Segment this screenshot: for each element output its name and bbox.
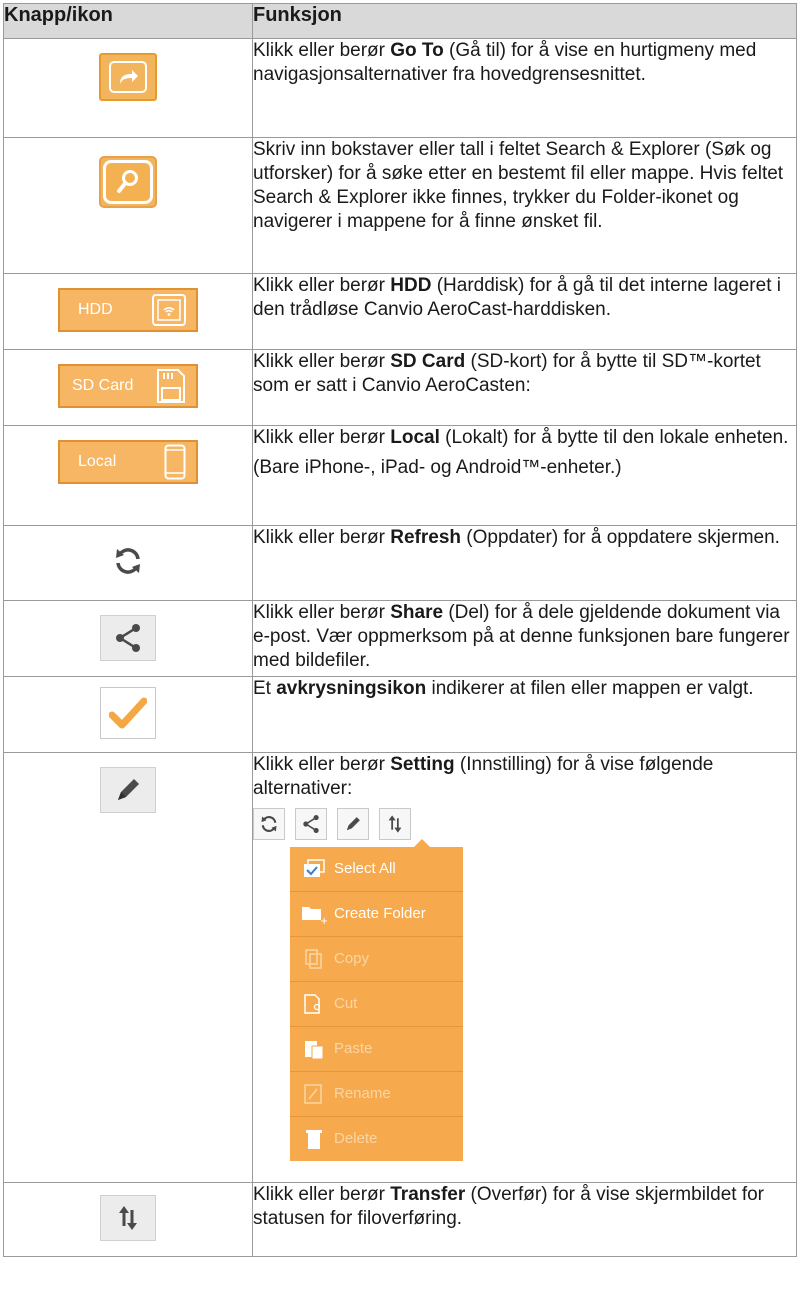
go-to-arrow-icon bbox=[109, 61, 147, 93]
go-to-button[interactable] bbox=[99, 53, 157, 101]
table-row-goto: Klikk eller berør Go To (Gå til) for å v… bbox=[3, 38, 797, 138]
menu-item-delete[interactable]: Delete bbox=[290, 1117, 463, 1161]
row-text-share: Klikk eller berør Share (Del) for å dele… bbox=[252, 600, 797, 677]
share-button[interactable] bbox=[100, 615, 156, 661]
menu-item-create-folder[interactable]: + Create Folder bbox=[290, 892, 463, 937]
menu-item-paste[interactable]: Paste bbox=[290, 1027, 463, 1072]
row-text-setting: Klikk eller berør Setting (Innstilling) … bbox=[252, 752, 797, 1183]
table-row-transfer: Klikk eller berør Transfer (Overfør) for… bbox=[3, 1182, 797, 1257]
header-button-icon: Knapp/ikon bbox=[3, 3, 253, 39]
mini-refresh-icon[interactable] bbox=[253, 808, 285, 840]
select-all-icon bbox=[300, 859, 328, 879]
button-function-table: Knapp/ikon Funksjon Klikk eller berør Go… bbox=[3, 3, 797, 1257]
menu-item-select-all[interactable]: Select All bbox=[290, 847, 463, 892]
pencil-icon bbox=[112, 774, 144, 806]
row-text-checkmark: Et avkrysningsikon indikerer at filen el… bbox=[252, 676, 797, 753]
transfer-arrows-icon bbox=[116, 1203, 140, 1233]
local-button[interactable]: Local bbox=[58, 440, 198, 484]
sd-card-icon bbox=[156, 368, 186, 404]
table-row-search: Skriv inn bokstaver eller tall i feltet … bbox=[3, 137, 797, 274]
row-text-search: Skriv inn bokstaver eller tall i feltet … bbox=[252, 137, 797, 274]
refresh-icon bbox=[112, 545, 144, 577]
wireless-drive-icon bbox=[152, 294, 186, 326]
refresh-button[interactable] bbox=[100, 538, 156, 584]
row-text-sd-card: Klikk eller berør SD Card (SD-kort) for … bbox=[252, 349, 797, 426]
setting-button[interactable] bbox=[100, 767, 156, 813]
sd-card-button[interactable]: SD Card bbox=[58, 364, 198, 408]
table-row-checkmark: Et avkrysningsikon indikerer at filen el… bbox=[3, 676, 797, 753]
document-page: Knapp/ikon Funksjon Klikk eller berør Go… bbox=[0, 0, 801, 1316]
row-text-local: Klikk eller berør Local (Lokalt) for å b… bbox=[252, 425, 797, 526]
hdd-button[interactable]: HDD bbox=[58, 288, 198, 332]
phone-icon bbox=[164, 444, 186, 480]
rename-icon bbox=[300, 1083, 328, 1105]
mini-transfer-icon[interactable] bbox=[379, 808, 411, 840]
checkmark-icon bbox=[109, 696, 147, 730]
row-text-hdd: Klikk eller berør HDD (Harddisk) for å g… bbox=[252, 273, 797, 350]
table-row-sd-card: SD Card Klikk eller berør SD Card (SD-ko… bbox=[3, 349, 797, 426]
paste-icon bbox=[300, 1038, 328, 1060]
table-header-row: Knapp/ikon Funksjon bbox=[3, 3, 797, 39]
transfer-button[interactable] bbox=[100, 1195, 156, 1241]
table-row-share: Klikk eller berør Share (Del) for å dele… bbox=[3, 600, 797, 677]
table-row-hdd: HDD Klikk eller berør HDD (Harddisk) for… bbox=[3, 273, 797, 350]
checkmark-tile bbox=[100, 687, 156, 739]
cut-icon bbox=[300, 993, 328, 1015]
search-button[interactable] bbox=[99, 156, 157, 208]
table-row-setting: Klikk eller berør Setting (Innstilling) … bbox=[3, 752, 797, 1183]
mini-share-icon[interactable] bbox=[295, 808, 327, 840]
share-icon bbox=[114, 623, 142, 653]
menu-item-cut[interactable]: Cut bbox=[290, 982, 463, 1027]
row-text-refresh: Klikk eller berør Refresh (Oppdater) for… bbox=[252, 525, 797, 601]
setting-dropdown-menu: Select All + Create Folder Copy Cut Past… bbox=[290, 839, 463, 1161]
menu-item-rename[interactable]: Rename bbox=[290, 1072, 463, 1117]
magnifier-icon bbox=[103, 160, 153, 204]
row-text-transfer: Klikk eller berør Transfer (Overfør) for… bbox=[252, 1182, 797, 1257]
row-text-goto: Klikk eller berør Go To (Gå til) for å v… bbox=[252, 38, 797, 138]
menu-item-copy[interactable]: Copy bbox=[290, 937, 463, 982]
table-row-refresh: Klikk eller berør Refresh (Oppdater) for… bbox=[3, 525, 797, 601]
header-function: Funksjon bbox=[252, 3, 797, 39]
copy-icon bbox=[300, 948, 328, 970]
mini-toolbar bbox=[253, 807, 453, 841]
mini-pencil-icon[interactable] bbox=[337, 808, 369, 840]
svg-text:+: + bbox=[320, 916, 327, 924]
table-row-local: Local Klikk eller berør Local (Lokalt) f… bbox=[3, 425, 797, 526]
create-folder-icon: + bbox=[300, 904, 328, 924]
trash-icon bbox=[300, 1128, 328, 1150]
setting-menu-screenshot: Select All + Create Folder Copy Cut Past… bbox=[253, 807, 463, 1161]
